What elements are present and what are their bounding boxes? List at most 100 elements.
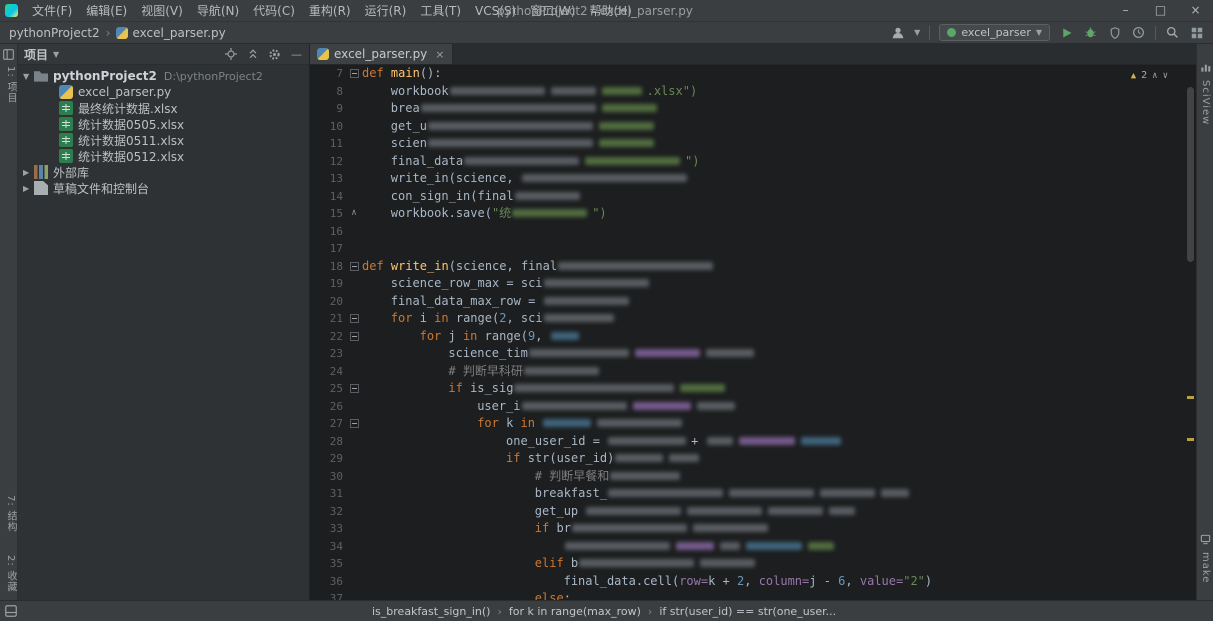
code-line[interactable]: 15∧workbook.save("统") bbox=[310, 205, 1196, 223]
close-button[interactable]: × bbox=[1178, 0, 1213, 22]
code-line[interactable]: 23science_tim bbox=[310, 345, 1196, 363]
code-line[interactable]: 26user_i bbox=[310, 398, 1196, 416]
code-line[interactable]: 10get_u bbox=[310, 118, 1196, 136]
code-line[interactable]: 28one_user_id = + bbox=[310, 433, 1196, 451]
code-line[interactable]: 7def main(): bbox=[310, 65, 1196, 83]
menu-item[interactable]: 重构(R) bbox=[302, 0, 358, 22]
prev-issue-icon[interactable]: ∧ bbox=[1152, 71, 1157, 81]
tree-item[interactable]: 最终统计数据.xlsx bbox=[18, 100, 309, 116]
code-line[interactable]: 22for j in range(9, bbox=[310, 328, 1196, 346]
inspection-widget[interactable]: ▲2 ∧ ∨ bbox=[1131, 70, 1168, 81]
fold-marker-icon[interactable] bbox=[346, 328, 362, 346]
fold-marker-icon[interactable] bbox=[346, 65, 362, 83]
menu-item[interactable]: 文件(F) bbox=[25, 0, 79, 22]
fold-marker-icon[interactable] bbox=[346, 310, 362, 328]
search-everywhere-icon[interactable] bbox=[1165, 25, 1180, 40]
tree-chevron-icon[interactable]: ▼ bbox=[23, 72, 34, 81]
stripe-button[interactable]: 7: 结构 bbox=[3, 495, 18, 533]
code-line[interactable]: 32get_up bbox=[310, 503, 1196, 521]
tool-windows-icon[interactable] bbox=[1189, 25, 1204, 40]
code-line[interactable]: 11scien bbox=[310, 135, 1196, 153]
close-icon[interactable]: × bbox=[435, 48, 444, 61]
hide-panel-icon[interactable]: — bbox=[290, 48, 303, 61]
code-line[interactable]: 36final_data.cell(row=k + 2, column=j - … bbox=[310, 573, 1196, 591]
code-line[interactable]: 25if is_sig bbox=[310, 380, 1196, 398]
maximize-button[interactable]: □ bbox=[1143, 0, 1178, 22]
code-line[interactable]: 14con_sign_in(final bbox=[310, 188, 1196, 206]
collapse-all-icon[interactable] bbox=[246, 48, 259, 61]
tree-item[interactable]: 统计数据0505.xlsx bbox=[18, 116, 309, 132]
tree-item[interactable]: ▼pythonProject2D:\pythonProject2 bbox=[18, 68, 309, 84]
code-line[interactable]: 13write_in(science, bbox=[310, 170, 1196, 188]
fold-marker-icon[interactable] bbox=[346, 380, 362, 398]
run-button[interactable] bbox=[1059, 25, 1074, 40]
tree-item[interactable]: ▶草稿文件和控制台 bbox=[18, 180, 309, 196]
code-line[interactable]: 34 bbox=[310, 538, 1196, 556]
tree-item[interactable]: 统计数据0512.xlsx bbox=[18, 148, 309, 164]
code-line[interactable]: 31breakfast_ bbox=[310, 485, 1196, 503]
tree-item[interactable]: 统计数据0511.xlsx bbox=[18, 132, 309, 148]
code-line[interactable]: 12final_data") bbox=[310, 153, 1196, 171]
line-number: 27 bbox=[310, 415, 346, 433]
menu-item[interactable]: 运行(R) bbox=[358, 0, 414, 22]
tree-chevron-icon[interactable]: ▶ bbox=[23, 168, 34, 177]
code-line[interactable]: 30# 判断早餐和 bbox=[310, 468, 1196, 486]
menu-item[interactable]: 代码(C) bbox=[246, 0, 302, 22]
next-issue-icon[interactable]: ∨ bbox=[1163, 71, 1168, 81]
menu-item[interactable]: 工具(T) bbox=[413, 0, 468, 22]
code-line[interactable]: 17 bbox=[310, 240, 1196, 258]
tab-excel-parser[interactable]: excel_parser.py × bbox=[310, 44, 453, 64]
stripe-button-project[interactable]: 1: 项目 bbox=[3, 66, 18, 104]
code-line[interactable]: 35elif b bbox=[310, 555, 1196, 573]
code-line[interactable]: 24# 判断早科研 bbox=[310, 363, 1196, 381]
menu-item[interactable]: 导航(N) bbox=[190, 0, 246, 22]
stripe-button[interactable]: 2: 收藏 bbox=[3, 555, 18, 593]
project-panel-title[interactable]: 项目 bbox=[24, 46, 48, 63]
locate-file-icon[interactable] bbox=[224, 48, 237, 61]
breadcrumb-item[interactable]: if str(user_id) == str(one_user... bbox=[659, 605, 836, 618]
project-toolwindow-icon[interactable] bbox=[3, 49, 14, 60]
fold-marker-icon[interactable] bbox=[346, 258, 362, 276]
breadcrumb-item[interactable]: for k in range(max_row) bbox=[509, 605, 641, 618]
breadcrumb-item[interactable]: is_breakfast_sign_in() bbox=[372, 605, 490, 618]
nav-breadcrumb-file[interactable]: excel_parser.py bbox=[132, 26, 225, 40]
toolwindow-switcher-icon[interactable] bbox=[5, 605, 17, 617]
code-line[interactable]: 18def write_in(science, final bbox=[310, 258, 1196, 276]
nav-breadcrumb-project[interactable]: pythonProject2 bbox=[9, 26, 100, 40]
fold-marker-icon[interactable] bbox=[346, 415, 362, 433]
code-line[interactable]: 33if br bbox=[310, 520, 1196, 538]
scrollbar-thumb[interactable] bbox=[1187, 87, 1194, 262]
warning-stripe-mark[interactable] bbox=[1187, 438, 1194, 441]
tree-item[interactable]: excel_parser.py bbox=[18, 84, 309, 100]
chevron-down-icon[interactable]: ▼ bbox=[53, 50, 59, 59]
editor-scrollbar[interactable] bbox=[1185, 86, 1196, 600]
code-line[interactable]: 19science_row_max = sci bbox=[310, 275, 1196, 293]
debug-button[interactable] bbox=[1083, 25, 1098, 40]
chevron-down-icon[interactable]: ▼ bbox=[914, 28, 920, 37]
code-line[interactable]: 8workbook.xlsx") bbox=[310, 83, 1196, 101]
minimize-button[interactable]: – bbox=[1108, 0, 1143, 22]
menu-item[interactable]: 编辑(E) bbox=[79, 0, 134, 22]
coverage-button[interactable] bbox=[1107, 25, 1122, 40]
run-config-select[interactable]: excel_parser ▼ bbox=[939, 24, 1050, 41]
stripe-button-sciview[interactable]: SciView bbox=[1200, 80, 1211, 125]
code-line[interactable]: 16 bbox=[310, 223, 1196, 241]
code-line[interactable]: 20final_data_max_row = bbox=[310, 293, 1196, 311]
make-toolwindow-icon[interactable] bbox=[1200, 534, 1211, 545]
tree-chevron-icon[interactable]: ▶ bbox=[23, 184, 34, 193]
sciview-icon[interactable] bbox=[1200, 62, 1211, 73]
code-line[interactable]: 29if str(user_id) bbox=[310, 450, 1196, 468]
warning-stripe-mark[interactable] bbox=[1187, 396, 1194, 399]
code-line[interactable]: 9brea bbox=[310, 100, 1196, 118]
fold-marker-icon[interactable]: ∧ bbox=[346, 205, 362, 223]
user-account-icon[interactable] bbox=[890, 25, 905, 40]
code-line[interactable]: 27for k in bbox=[310, 415, 1196, 433]
code-editor[interactable]: 7def main():8workbook.xlsx")9brea10get_u… bbox=[310, 65, 1196, 600]
stripe-button-make[interactable]: make bbox=[1200, 552, 1211, 583]
settings-gear-icon[interactable] bbox=[268, 48, 281, 61]
profiler-button[interactable] bbox=[1131, 25, 1146, 40]
code-line[interactable]: 37else: bbox=[310, 590, 1196, 600]
code-line[interactable]: 21for i in range(2, sci bbox=[310, 310, 1196, 328]
tree-item[interactable]: ▶外部库 bbox=[18, 164, 309, 180]
menu-item[interactable]: 视图(V) bbox=[134, 0, 190, 22]
